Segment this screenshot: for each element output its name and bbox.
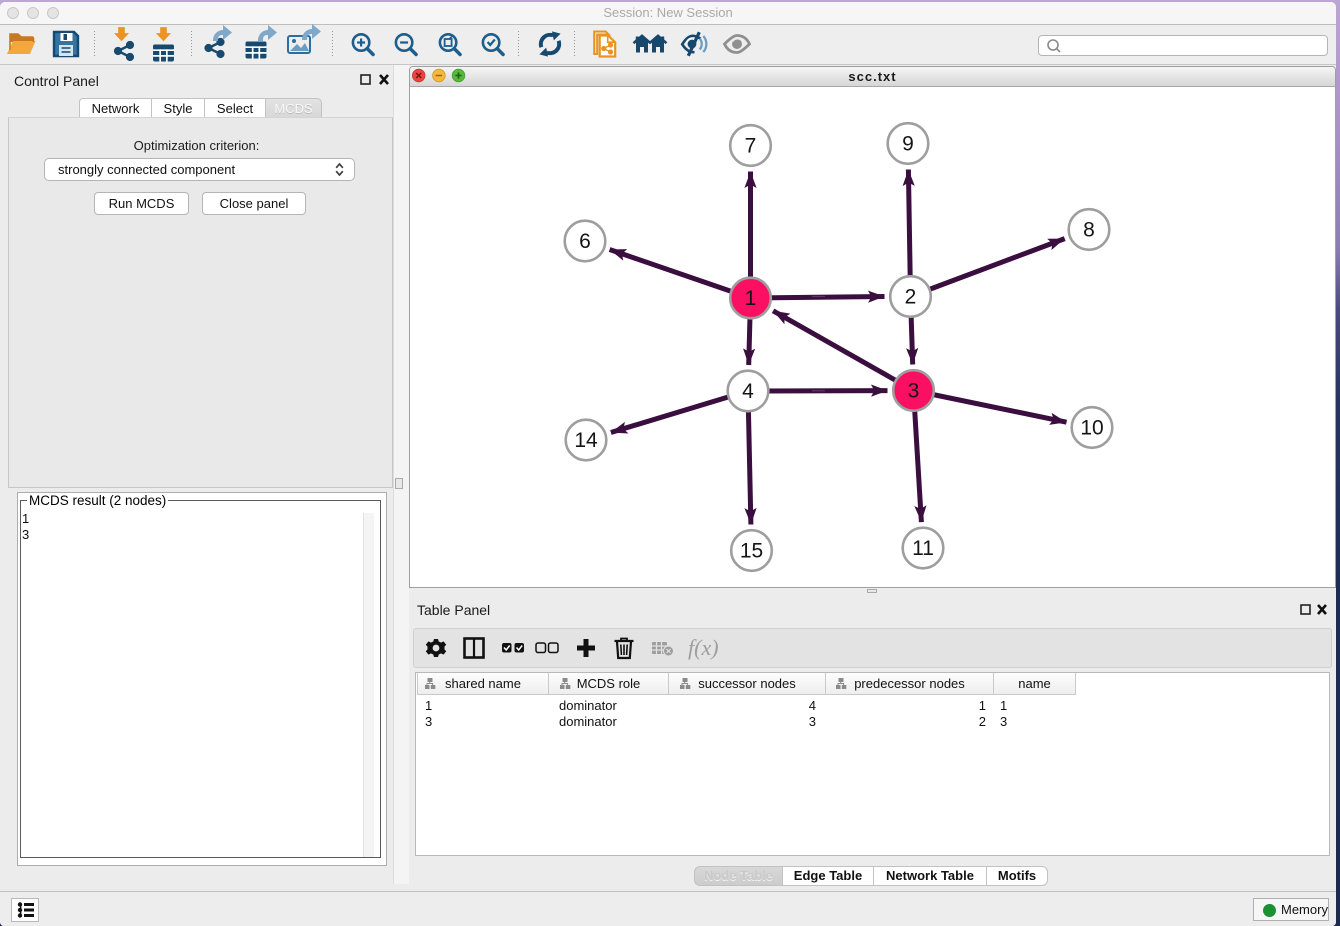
svg-text:6: 6 [579,230,591,253]
svg-text:4: 4 [742,380,754,403]
svg-text:11: 11 [912,537,934,560]
svg-text:3: 3 [908,380,920,403]
svg-text:10: 10 [1080,417,1103,440]
svg-text:1: 1 [745,287,757,310]
svg-text:14: 14 [574,429,598,452]
svg-text:15: 15 [740,540,763,563]
svg-text:f(x): f(x) [688,635,719,660]
svg-text:8: 8 [1083,219,1095,242]
svg-text:9: 9 [902,133,914,156]
svg-text:7: 7 [745,135,757,158]
svg-text:2: 2 [905,286,917,309]
